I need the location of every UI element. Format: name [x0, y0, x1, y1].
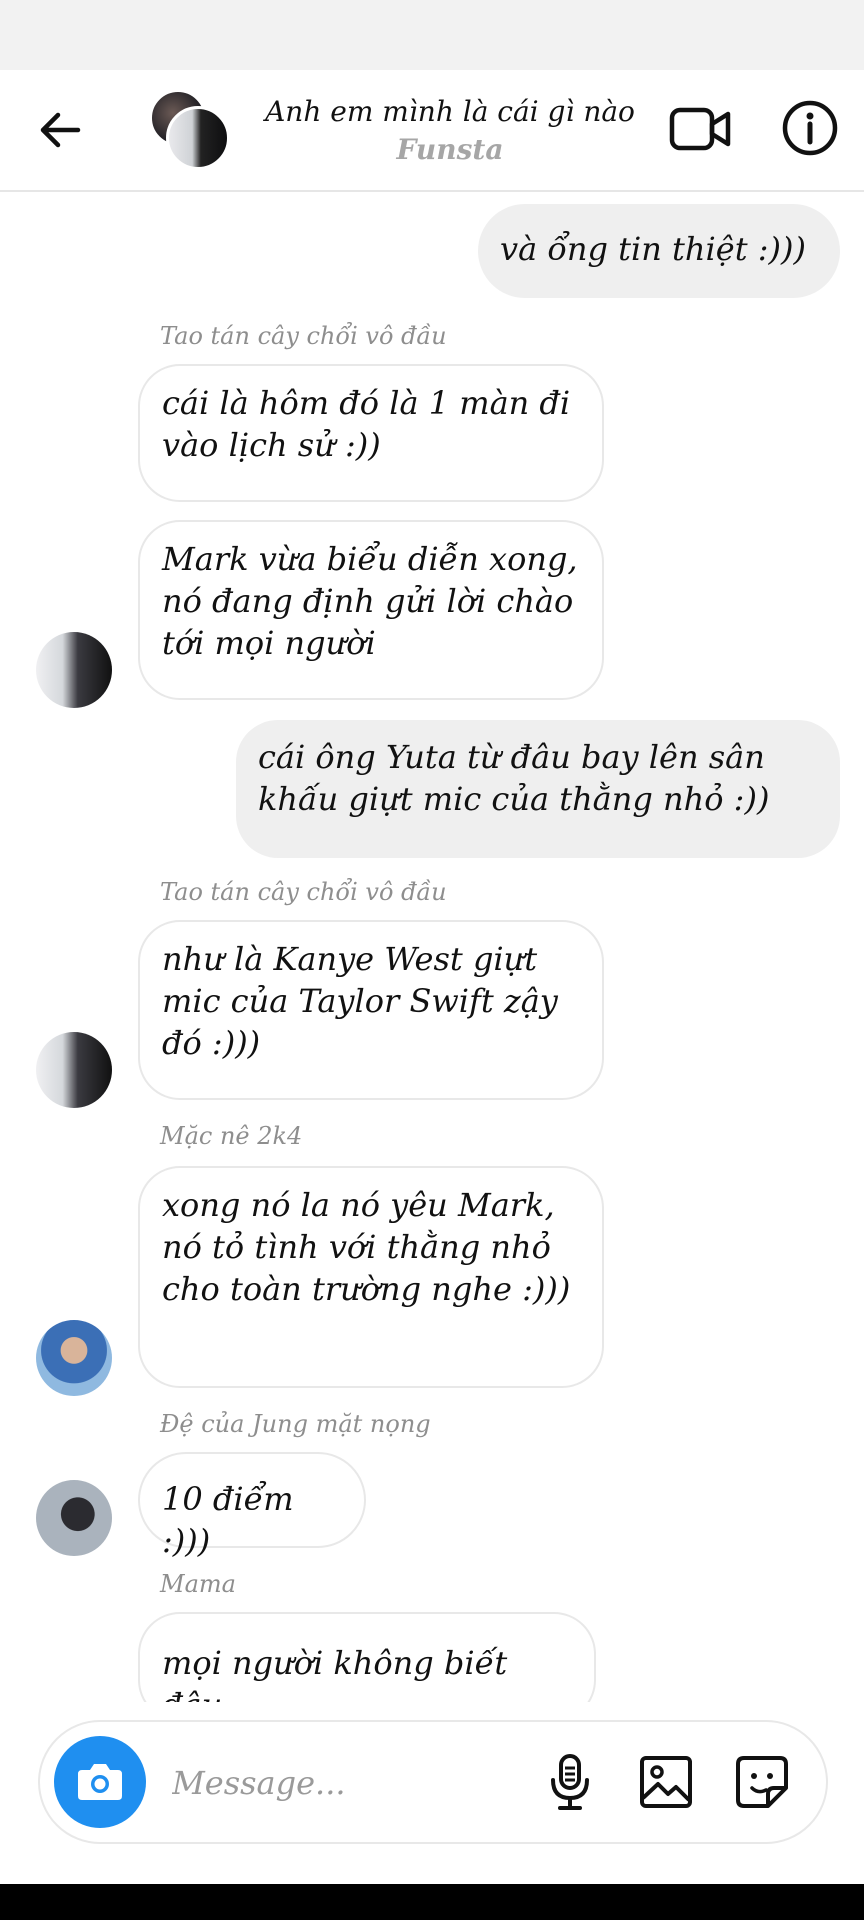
message-thread[interactable]: và ổng tin thiệt :))) Tao tán cây chổi v…	[0, 192, 864, 1702]
group-avatar-member	[166, 106, 230, 170]
message-bubble-incoming[interactable]: cái là hôm đó là 1 màn đi vào lịch sử :)…	[138, 364, 604, 502]
message-text: cái là hôm đó là 1 màn đi vào lịch sử :)…	[162, 384, 571, 464]
microphone-icon	[551, 1754, 589, 1810]
message-text: 10 điểm :)))	[162, 1480, 294, 1560]
message-text: cái ông Yuta từ đâu bay lên sân khấu giự…	[258, 738, 770, 818]
gallery-button[interactable]	[634, 1750, 698, 1814]
message-bubble-incoming[interactable]: 10 điểm :)))	[138, 1452, 366, 1560]
system-navigation-bar	[0, 1884, 864, 1920]
video-call-icon	[669, 107, 731, 151]
message-text: mọi người không biết đâu	[162, 1644, 508, 1702]
chat-subtitle: Funsta	[396, 133, 504, 166]
message-bubble-incoming[interactable]: mọi người không biết đâu	[138, 1612, 596, 1702]
message-text: Mark vừa biểu diễn xong, nó đang định gử…	[162, 540, 578, 662]
message-bubble-outgoing[interactable]: và ổng tin thiệt :)))	[478, 204, 840, 298]
message-bubble-incoming[interactable]: như là Kanye West giựt mic của Taylor Sw…	[138, 920, 604, 1100]
info-button[interactable]	[780, 98, 840, 158]
message-text: xong nó la nó yêu Mark, nó tỏ tình với t…	[162, 1186, 571, 1308]
avatar[interactable]	[36, 632, 112, 708]
avatar[interactable]	[36, 1320, 112, 1396]
message-input[interactable]	[170, 1756, 534, 1810]
back-arrow-icon	[40, 112, 81, 148]
message-text: như là Kanye West giựt mic của Taylor Sw…	[162, 940, 558, 1062]
group-avatar[interactable]	[150, 90, 230, 170]
sender-name: Mặc nê 2k4	[160, 1122, 303, 1150]
back-button[interactable]	[32, 102, 88, 158]
voice-message-button[interactable]	[538, 1750, 602, 1814]
sticker-button[interactable]	[730, 1750, 794, 1814]
message-composer	[38, 1720, 828, 1844]
avatar[interactable]	[36, 1032, 112, 1108]
info-icon	[782, 100, 838, 156]
chat-title-block[interactable]: Anh em mình là cái gì nào Funsta	[250, 92, 650, 178]
chat-title: Anh em mình là cái gì nào	[265, 95, 635, 128]
message-bubble-incoming[interactable]: xong nó la nó yêu Mark, nó tỏ tình với t…	[138, 1166, 604, 1388]
message-bubble-outgoing[interactable]: cái ông Yuta từ đâu bay lên sân khấu giự…	[236, 720, 840, 858]
sender-name: Mama	[160, 1570, 236, 1598]
status-bar	[0, 0, 864, 70]
gallery-icon	[640, 1756, 692, 1808]
avatar[interactable]	[36, 1480, 112, 1556]
camera-icon	[78, 1764, 122, 1800]
sender-name: Đệ của Jung mặt nọng	[160, 1410, 431, 1438]
camera-button[interactable]	[54, 1736, 146, 1828]
message-text: và ổng tin thiệt :)))	[500, 230, 806, 268]
sender-name: Tao tán cây chổi vô đầu	[160, 322, 447, 350]
sender-name: Tao tán cây chổi vô đầu	[160, 878, 447, 906]
video-call-button[interactable]	[668, 100, 734, 160]
chat-header: Anh em mình là cái gì nào Funsta	[0, 70, 864, 192]
message-bubble-incoming[interactable]: Mark vừa biểu diễn xong, nó đang định gử…	[138, 520, 604, 700]
sticker-icon	[736, 1756, 788, 1808]
